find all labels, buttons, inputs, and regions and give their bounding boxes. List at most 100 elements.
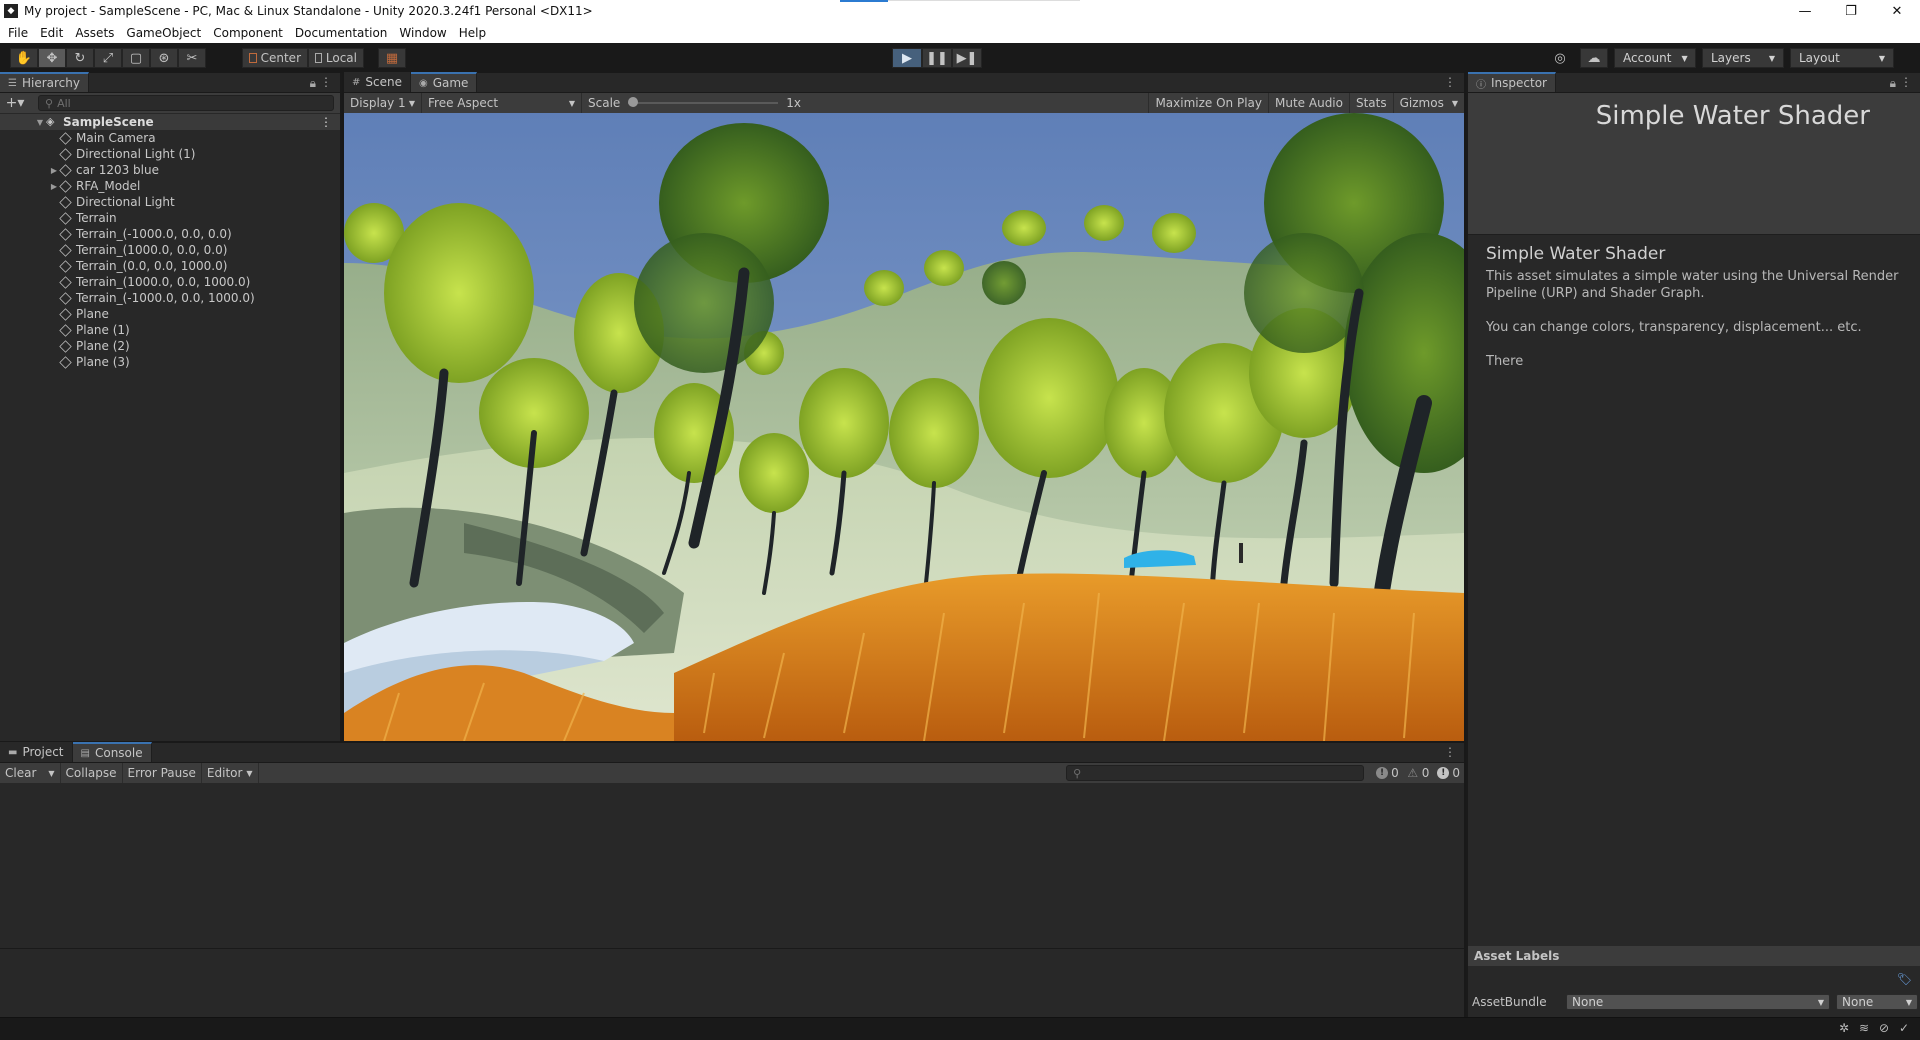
scale-slider[interactable] [628,97,779,107]
aspect-dropdown[interactable]: Free Aspect ▼ [422,93,582,113]
menu-help[interactable]: Help [453,26,492,40]
inspector-header: Simple Water Shader [1468,93,1920,235]
hierarchy-row[interactable]: ▶ RFA_Model [0,178,340,194]
inspector-panel: ⓘ Inspector 🔒︎ ⋮ Simple Water Shader Simp… [1466,72,1920,1017]
hierarchy-row[interactable]: Terrain_(-1000.0, 0.0, 1000.0) [0,290,340,306]
hierarchy-row[interactable]: Terrain_(0.0, 0.0, 1000.0) [0,258,340,274]
move-tool-button[interactable]: ✥ [38,48,66,68]
hierarchy-row[interactable]: Terrain_(1000.0, 0.0, 1000.0) [0,274,340,290]
hierarchy-row[interactable]: Terrain [0,210,340,226]
rect-tool-button[interactable]: ▢ [122,48,150,68]
stats-toggle[interactable]: Stats [1350,93,1394,113]
mute-audio-toggle[interactable]: Mute Audio [1269,93,1350,113]
menu-documentation[interactable]: Documentation [289,26,394,40]
collapse-label: Collapse [65,766,117,780]
display-dropdown[interactable]: Display 1 ▼ [344,93,422,113]
pause-button[interactable]: ❚❚ [922,48,952,68]
label-tag-icon[interactable]: 🏷︎ [1897,972,1912,986]
grid-snap-button[interactable]: ▦ [378,48,406,68]
create-button[interactable]: +▾ [0,95,30,111]
scene-icon: ◈ [46,115,55,128]
play-button[interactable]: ▶ [892,48,922,68]
menu-edit[interactable]: Edit [34,26,69,40]
hierarchy-row[interactable]: Directional Light [0,194,340,210]
hierarchy-row[interactable]: Directional Light (1) [0,146,340,162]
log-count-toggle[interactable]: ! 0 [1372,766,1403,780]
hierarchy-row[interactable]: Main Camera [0,130,340,146]
custom-tool-button[interactable]: ✂ [178,48,206,68]
play-icon: ▶ [902,50,912,66]
hierarchy-row-label: Directional Light [76,195,175,209]
collapse-toggle[interactable]: Collapse [61,763,123,783]
collab-button[interactable]: ◎ [1546,48,1574,68]
hierarchy-row[interactable]: Terrain_(1000.0, 0.0, 0.0) [0,242,340,258]
close-button[interactable]: ✕ [1874,0,1920,22]
scene-more-icon[interactable]: ⋮ [320,115,332,129]
restore-button[interactable]: ❐ [1828,0,1874,22]
cloud-button[interactable]: ☁ [1580,48,1608,68]
tab-game[interactable]: ◉ Game [410,72,478,92]
pivot-center-button[interactable]: Center [242,48,308,68]
hierarchy-scene-row[interactable]: ▼ ◈ SampleScene ⋮ [0,114,340,130]
pivot-local-icon [315,53,322,63]
gameobject-icon [59,227,72,241]
console-toolbar: Clear ▼ Collapse Error Pause Editor ▼ ⚲ ! 0… [0,763,1464,783]
account-dropdown[interactable]: Account ▼ [1614,48,1696,68]
more-menu-icon[interactable]: ⋮ [1444,745,1456,759]
pivot-local-button[interactable]: Local [308,48,364,68]
hierarchy-row[interactable]: Plane (3) [0,354,340,370]
gameobject-icon [59,307,72,321]
debug-off-icon[interactable]: ⊘ [1874,1021,1894,1037]
tab-console[interactable]: ▤ Console [72,742,152,762]
error-count-toggle[interactable]: ! 0 [1433,766,1464,780]
tab-scene[interactable]: # Scene [344,72,411,92]
hierarchy-row[interactable]: Terrain_(-1000.0, 0.0, 0.0) [0,226,340,242]
console-search-input[interactable]: ⚲ [1066,765,1365,781]
slider-knob[interactable] [628,97,639,107]
console-detail-divider[interactable] [0,948,1464,949]
more-menu-icon[interactable]: ⋮ [1444,75,1456,89]
menu-component[interactable]: Component [207,26,289,40]
hierarchy-row[interactable]: Plane [0,306,340,322]
progress-check-icon[interactable]: ✓ [1894,1021,1914,1037]
hierarchy-row[interactable]: ▶ car 1203 blue [0,162,340,178]
display-label: Display 1 [350,96,406,110]
warning-count-toggle[interactable]: ⚠ 0 [1403,766,1434,780]
more-menu-icon[interactable]: ⋮ [320,75,332,89]
asset-variant-dropdown[interactable]: None ▼ [1836,994,1918,1010]
editor-dropdown[interactable]: Editor ▼ [202,763,259,783]
gizmos-dropdown[interactable]: Gizmos ▼ [1394,93,1464,113]
scale-tool-button[interactable]: ⤢ [94,48,122,68]
bug-icon[interactable]: ✲ [1834,1021,1854,1037]
asset-bundle-dropdown[interactable]: None ▼ [1566,994,1830,1010]
hand-tool-button[interactable]: ✋ [10,48,38,68]
maximize-on-play-toggle[interactable]: Maximize On Play [1148,93,1270,113]
clear-dropdown[interactable]: Clear ▼ [0,763,61,783]
minimize-button[interactable]: — [1782,0,1828,22]
layout-dropdown[interactable]: Layout ▼ [1790,48,1894,68]
menu-assets[interactable]: Assets [69,26,120,40]
layers-stack-icon[interactable]: ≋ [1854,1021,1874,1037]
hierarchy-search-input[interactable]: ⚲ All [38,95,334,111]
hierarchy-row[interactable]: Plane (1) [0,322,340,338]
more-menu-icon[interactable]: ⋮ [1900,75,1912,89]
menu-gameobject[interactable]: GameObject [120,26,207,40]
tab-project[interactable]: ▬ Project [0,742,73,762]
game-render-viewport[interactable] [344,113,1464,741]
lock-icon[interactable]: 🔒︎ [310,76,316,91]
expand-arrow-icon[interactable]: ▼ [34,118,46,127]
rotate-tool-button[interactable]: ↻ [66,48,94,68]
lock-icon[interactable]: 🔒︎ [1890,76,1896,91]
asset-labels-header: Asset Labels [1468,946,1920,966]
hierarchy-row[interactable]: Plane (2) [0,338,340,354]
menu-file[interactable]: File [2,26,34,40]
tab-hierarchy[interactable]: ☰ Hierarchy [0,72,89,92]
error-pause-toggle[interactable]: Error Pause [123,763,202,783]
tools-icon: ✂ [186,50,198,66]
step-button[interactable]: ▶❚ [952,48,982,68]
tab-inspector[interactable]: ⓘ Inspector [1468,72,1556,92]
layers-dropdown[interactable]: Layers ▼ [1702,48,1784,68]
menu-window[interactable]: Window [393,26,452,40]
transform-tool-button[interactable]: ⊛ [150,48,178,68]
window-title: My project - SampleScene - PC, Mac & Lin… [24,4,593,18]
